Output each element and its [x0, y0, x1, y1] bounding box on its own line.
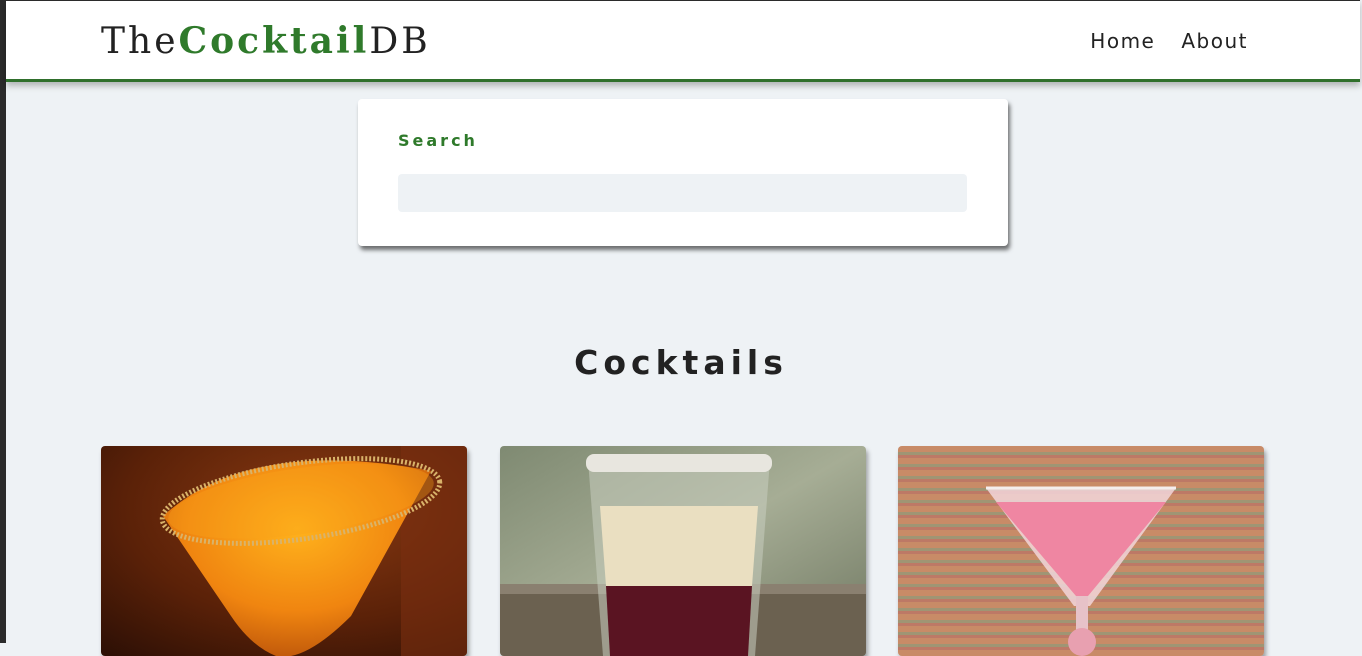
search-card: Search	[358, 99, 1008, 246]
logo-accent: Cocktail	[178, 20, 370, 62]
nav-link-about[interactable]: About	[1181, 28, 1248, 54]
site-logo[interactable]: TheCocktailDB	[101, 20, 431, 63]
logo-suffix: DB	[369, 21, 431, 62]
cocktail-image	[898, 446, 1264, 656]
window-edge	[0, 0, 6, 643]
section-title: Cocktails	[574, 343, 788, 382]
search-label: Search	[398, 131, 478, 150]
nav-link-home[interactable]: Home	[1090, 28, 1155, 54]
cocktail-card[interactable]	[898, 446, 1264, 656]
search-input[interactable]	[398, 174, 967, 212]
cocktail-image	[101, 446, 467, 656]
cocktail-image	[500, 446, 866, 656]
navbar: TheCocktailDB Home About	[6, 0, 1360, 82]
cocktail-card[interactable]	[101, 446, 467, 656]
nav-links: Home About	[1090, 28, 1248, 54]
cocktail-card[interactable]	[500, 446, 866, 656]
logo-prefix: The	[101, 21, 179, 62]
